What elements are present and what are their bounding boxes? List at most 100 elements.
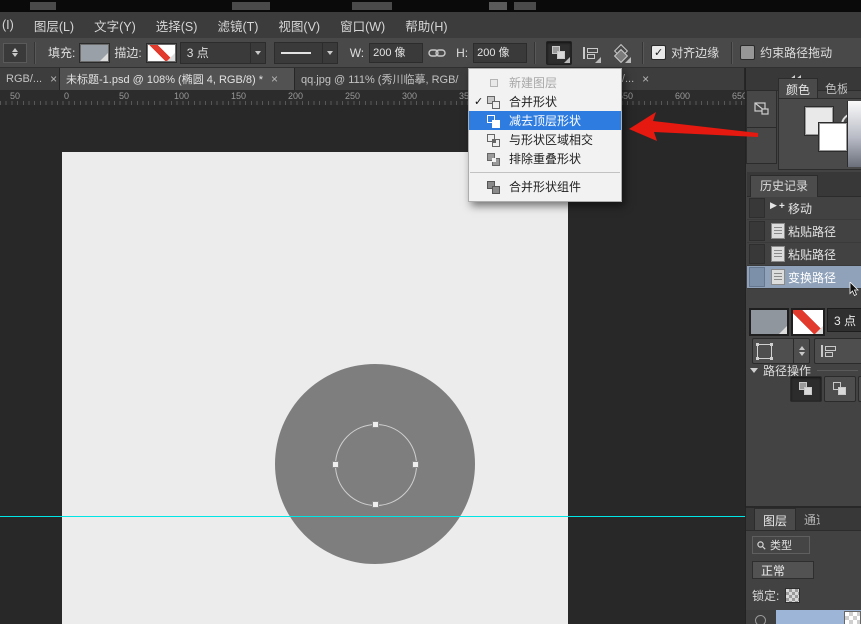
- background-color-swatch[interactable]: [819, 123, 847, 151]
- align-edges-checkbox[interactable]: ✓: [651, 45, 666, 60]
- ruler-number: 0: [64, 91, 69, 101]
- lock-transparency-icon[interactable]: [785, 588, 800, 603]
- stroke-width-value: 3 点: [187, 44, 209, 61]
- live-shape-icon: [757, 344, 772, 359]
- menu-filter[interactable]: 滤镜(T): [207, 16, 268, 35]
- stroke-width-dropdown[interactable]: 3 点: [180, 42, 266, 64]
- stroke-swatch[interactable]: [147, 44, 176, 62]
- tab-swatches[interactable]: 色板: [818, 78, 847, 98]
- close-icon[interactable]: ×: [642, 72, 649, 86]
- shape-properties-button[interactable]: [752, 338, 810, 364]
- tab-channels[interactable]: 通道: [796, 508, 820, 530]
- properties-fill-swatch[interactable]: [749, 308, 789, 336]
- layer-filter-dropdown[interactable]: 类型: [752, 536, 810, 554]
- path-operations-menu: 新建图层 ✓ 合并形状 减去顶层形状 与形状区域相交 排除重叠形状 合并形状组件: [468, 68, 622, 202]
- menu-view[interactable]: 视图(V): [268, 16, 330, 35]
- width-input[interactable]: 200 像: [369, 43, 423, 63]
- history-source-checkbox[interactable]: [749, 198, 765, 218]
- link-dimensions-icon[interactable]: [428, 47, 446, 59]
- history-panel-header: 历史记录: [747, 172, 861, 197]
- tab-color[interactable]: 颜色: [778, 78, 818, 98]
- path-anchor-top[interactable]: [372, 421, 379, 428]
- history-source-checkbox[interactable]: [749, 244, 765, 264]
- tool-preset-dropdown[interactable]: [3, 43, 27, 63]
- collapsed-panel-button[interactable]: [747, 127, 776, 164]
- path-anchor-bottom[interactable]: [372, 501, 379, 508]
- divider: [731, 42, 733, 64]
- stroke-label: 描边:: [114, 44, 141, 61]
- chevron-corner-icon: [564, 57, 570, 63]
- menu-select[interactable]: 选择(S): [146, 16, 208, 35]
- horizontal-ruler[interactable]: 5005010015020025030035040045050055060065…: [0, 90, 745, 106]
- menu-help[interactable]: 帮助(H): [395, 16, 457, 35]
- menu-window[interactable]: 窗口(W): [330, 16, 395, 35]
- history-item-selected[interactable]: 变换路径: [747, 266, 861, 289]
- collapsed-panel-button[interactable]: [747, 91, 776, 127]
- combine-shapes-button[interactable]: [790, 376, 822, 402]
- path-arrange-button[interactable]: [608, 42, 632, 64]
- path-anchor-right[interactable]: [412, 461, 419, 468]
- history-source-checkbox[interactable]: [749, 221, 765, 241]
- close-icon[interactable]: ×: [271, 72, 278, 86]
- menu-item-combine-shapes[interactable]: ✓ 合并形状: [469, 92, 621, 111]
- cyan-guide-line[interactable]: [0, 516, 745, 517]
- menu-image-partial[interactable]: (I): [0, 18, 24, 32]
- menu-item-intersect-shape-areas[interactable]: 与形状区域相交: [469, 130, 621, 149]
- menu-layer[interactable]: 图层(L): [24, 16, 84, 35]
- new-layer-icon: [487, 76, 502, 90]
- tab-history[interactable]: 历史记录: [750, 175, 818, 197]
- close-icon[interactable]: ×: [50, 72, 57, 86]
- menu-item-subtract-front-shape[interactable]: 减去顶层形状: [469, 111, 621, 130]
- canvas[interactable]: [62, 152, 568, 624]
- stepper-down-icon: [12, 53, 18, 57]
- inner-ellipse-path[interactable]: [335, 424, 417, 506]
- tab-layers[interactable]: 图层: [754, 508, 796, 530]
- stepper-icon[interactable]: [793, 339, 809, 363]
- paste-path-icon: [771, 246, 785, 262]
- chevron-down-icon: [250, 43, 265, 63]
- menu-type[interactable]: 文字(Y): [84, 16, 146, 35]
- layers-panel: 图层 通道 类型 正常 锁定:: [746, 506, 861, 624]
- divider: [642, 42, 644, 64]
- history-item[interactable]: 粘贴路径: [747, 220, 861, 243]
- history-source-checkbox[interactable]: [749, 267, 765, 287]
- path-alignment-panel-button[interactable]: [814, 338, 861, 364]
- path-operations-button[interactable]: [546, 41, 572, 65]
- properties-stroke-width[interactable]: 3 点: [827, 308, 861, 332]
- history-item[interactable]: 移动: [747, 197, 861, 220]
- menu-item-label: 排除重叠形状: [509, 150, 581, 167]
- menu-item-label: 合并形状组件: [509, 178, 581, 195]
- layer-selection[interactable]: [776, 610, 861, 624]
- menu-item-exclude-overlapping-shapes[interactable]: 排除重叠形状: [469, 149, 621, 168]
- constrain-path-drag-checkbox[interactable]: [740, 45, 755, 60]
- history-item-label: 粘贴路径: [788, 246, 836, 263]
- fill-swatch[interactable]: [80, 44, 109, 62]
- stroke-style-dropdown[interactable]: [274, 42, 338, 64]
- titlebar-fragment: [489, 2, 507, 10]
- visibility-eye-icon[interactable]: [755, 615, 766, 624]
- divider: [817, 370, 858, 371]
- history-item[interactable]: 粘贴路径: [747, 243, 861, 266]
- subtract-shape-button[interactable]: [824, 376, 856, 402]
- color-ramp[interactable]: [847, 101, 861, 167]
- blend-mode-dropdown[interactable]: 正常: [752, 561, 814, 579]
- layer-row[interactable]: [746, 610, 861, 624]
- titlebar-fragment: [352, 2, 392, 10]
- document-work-area[interactable]: [0, 105, 745, 624]
- collapsed-panel-column: [746, 90, 777, 164]
- divider: [34, 42, 36, 64]
- path-alignment-button[interactable]: [578, 42, 602, 64]
- path-anchor-left[interactable]: [332, 461, 339, 468]
- tab-label: 未标题-1.psd @ 108% (椭圆 4, RGB/8) *: [66, 71, 263, 87]
- menu-item-merge-shape-components[interactable]: 合并形状组件: [469, 177, 621, 196]
- height-input[interactable]: 200 像: [473, 43, 527, 63]
- titlebar-fragment: [30, 2, 56, 10]
- layer-thumbnail[interactable]: [844, 611, 861, 624]
- exclude-overlap-icon: [487, 152, 502, 166]
- document-tab-active[interactable]: 未标题-1.psd @ 108% (椭圆 4, RGB/8) * ×: [60, 68, 295, 90]
- layers-panel-tabs: 图层 通道: [746, 508, 861, 531]
- layer-filter-label: 类型: [770, 537, 792, 553]
- properties-stroke-swatch[interactable]: [791, 308, 825, 336]
- ruler-number: 150: [231, 91, 246, 101]
- document-tab[interactable]: RGB/... ×: [0, 68, 60, 90]
